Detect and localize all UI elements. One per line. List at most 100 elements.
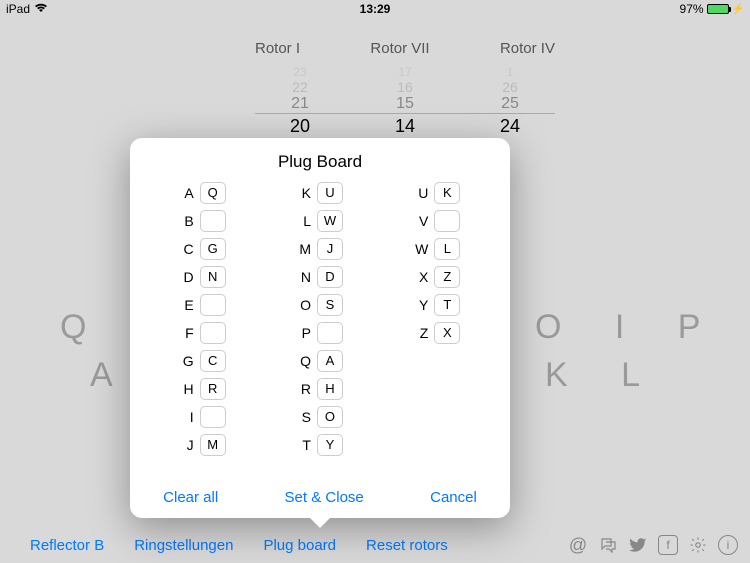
- plug-row-D: DN: [180, 266, 226, 288]
- plug-label: B: [180, 213, 194, 229]
- rotor-val: 26: [465, 79, 555, 95]
- plug-input-J[interactable]: M: [200, 434, 226, 456]
- clear-all-button[interactable]: Clear all: [163, 489, 218, 506]
- clock: 13:29: [252, 2, 498, 16]
- plug-label: I: [180, 409, 194, 425]
- plug-label: W: [414, 241, 428, 257]
- rotor-val: 1: [465, 65, 555, 79]
- plug-row-C: CG: [180, 238, 226, 260]
- gear-icon[interactable]: [688, 535, 708, 555]
- plug-row-A: AQ: [180, 182, 226, 204]
- info-icon[interactable]: i: [718, 535, 738, 555]
- plug-input-D[interactable]: N: [200, 266, 226, 288]
- plug-input-S[interactable]: O: [317, 406, 343, 428]
- plug-input-H[interactable]: R: [200, 378, 226, 400]
- plug-label: Q: [297, 353, 311, 369]
- cancel-button[interactable]: Cancel: [430, 489, 477, 506]
- status-bar: iPad 13:29 97% ⚡: [0, 0, 750, 18]
- keyboard-bg-row1-right: O I P: [535, 308, 722, 347]
- plug-label: N: [297, 269, 311, 285]
- rotor-wheels[interactable]: 23171 221626 211525 201424: [255, 63, 555, 137]
- plugboard-popover: Plug Board AQBCGDNEFGCHRIJMKULWMJNDOSPQA…: [130, 138, 510, 518]
- chat-icon[interactable]: [598, 535, 618, 555]
- popover-title: Plug Board: [130, 138, 510, 182]
- rotor-header: Rotor I Rotor VII Rotor IV: [255, 40, 555, 57]
- plug-row-U: UK: [414, 182, 460, 204]
- plug-input-K[interactable]: U: [317, 182, 343, 204]
- plug-input-N[interactable]: D: [317, 266, 343, 288]
- plug-label: A: [180, 185, 194, 201]
- plug-input-M[interactable]: J: [317, 238, 343, 260]
- plug-row-X: XZ: [414, 266, 460, 288]
- rotor-val: 14: [360, 116, 450, 137]
- reset-rotors-button[interactable]: Reset rotors: [366, 537, 448, 554]
- plug-input-C[interactable]: G: [200, 238, 226, 260]
- popover-arrow: [309, 517, 331, 528]
- plug-input-A[interactable]: Q: [200, 182, 226, 204]
- keyboard-bg-row1-left: Q: [60, 308, 126, 347]
- plug-row-V: V: [414, 210, 460, 232]
- plugboard-button[interactable]: Plug board: [263, 537, 336, 554]
- plug-row-L: LW: [297, 210, 343, 232]
- reflector-button[interactable]: Reflector B: [30, 537, 104, 554]
- plug-label: H: [180, 381, 194, 397]
- rotor-val: 17: [360, 65, 450, 79]
- device-label: iPad: [6, 2, 30, 16]
- plug-row-S: SO: [297, 406, 343, 428]
- plug-input-Q[interactable]: A: [317, 350, 343, 372]
- plug-row-N: ND: [297, 266, 343, 288]
- plug-label: M: [297, 241, 311, 257]
- plug-input-U[interactable]: K: [434, 182, 460, 204]
- bottom-toolbar: Reflector B Ringstellungen Plug board Re…: [0, 535, 750, 555]
- plug-input-V[interactable]: [434, 210, 460, 232]
- plug-input-X[interactable]: Z: [434, 266, 460, 288]
- plug-label: U: [414, 185, 428, 201]
- battery-percent: 97%: [680, 2, 704, 16]
- plug-input-W[interactable]: L: [434, 238, 460, 260]
- plug-input-P[interactable]: [317, 322, 343, 344]
- plug-input-B[interactable]: [200, 210, 226, 232]
- plug-row-P: P: [297, 322, 343, 344]
- plug-row-F: F: [180, 322, 226, 344]
- rotor-val: 22: [255, 79, 345, 95]
- rotor-val: 15: [360, 95, 450, 113]
- plug-row-K: KU: [297, 182, 343, 204]
- plug-input-Z[interactable]: X: [434, 322, 460, 344]
- plug-row-G: GC: [180, 350, 226, 372]
- at-icon[interactable]: @: [568, 535, 588, 555]
- plug-input-I[interactable]: [200, 406, 226, 428]
- set-close-button[interactable]: Set & Close: [285, 489, 364, 506]
- plug-row-T: TY: [297, 434, 343, 456]
- plug-label: G: [180, 353, 194, 369]
- plug-row-R: RH: [297, 378, 343, 400]
- rotor-val: 25: [465, 95, 555, 113]
- plug-label: O: [297, 297, 311, 313]
- rotor-label-1: Rotor I: [255, 40, 300, 57]
- facebook-icon[interactable]: f: [658, 535, 678, 555]
- keyboard-bg-row2-right: K L: [545, 356, 662, 395]
- plug-input-T[interactable]: Y: [317, 434, 343, 456]
- twitter-icon[interactable]: [628, 535, 648, 555]
- plug-row-I: I: [180, 406, 226, 428]
- plug-label: P: [297, 325, 311, 341]
- plug-input-F[interactable]: [200, 322, 226, 344]
- plug-label: C: [180, 241, 194, 257]
- plug-input-L[interactable]: W: [317, 210, 343, 232]
- plug-input-E[interactable]: [200, 294, 226, 316]
- ringstellungen-button[interactable]: Ringstellungen: [134, 537, 233, 554]
- plug-label: R: [297, 381, 311, 397]
- plug-input-G[interactable]: C: [200, 350, 226, 372]
- plug-input-O[interactable]: S: [317, 294, 343, 316]
- plug-row-J: JM: [180, 434, 226, 456]
- plug-row-Z: ZX: [414, 322, 460, 344]
- plug-label: E: [180, 297, 194, 313]
- rotor-val: 23: [255, 65, 345, 79]
- charging-icon: ⚡: [732, 4, 744, 15]
- plug-input-R[interactable]: H: [317, 378, 343, 400]
- plug-row-B: B: [180, 210, 226, 232]
- plug-row-O: OS: [297, 294, 343, 316]
- rotor-label-3: Rotor IV: [500, 40, 555, 57]
- plug-input-Y[interactable]: T: [434, 294, 460, 316]
- rotor-val: 20: [255, 116, 345, 137]
- plug-label: J: [180, 437, 194, 453]
